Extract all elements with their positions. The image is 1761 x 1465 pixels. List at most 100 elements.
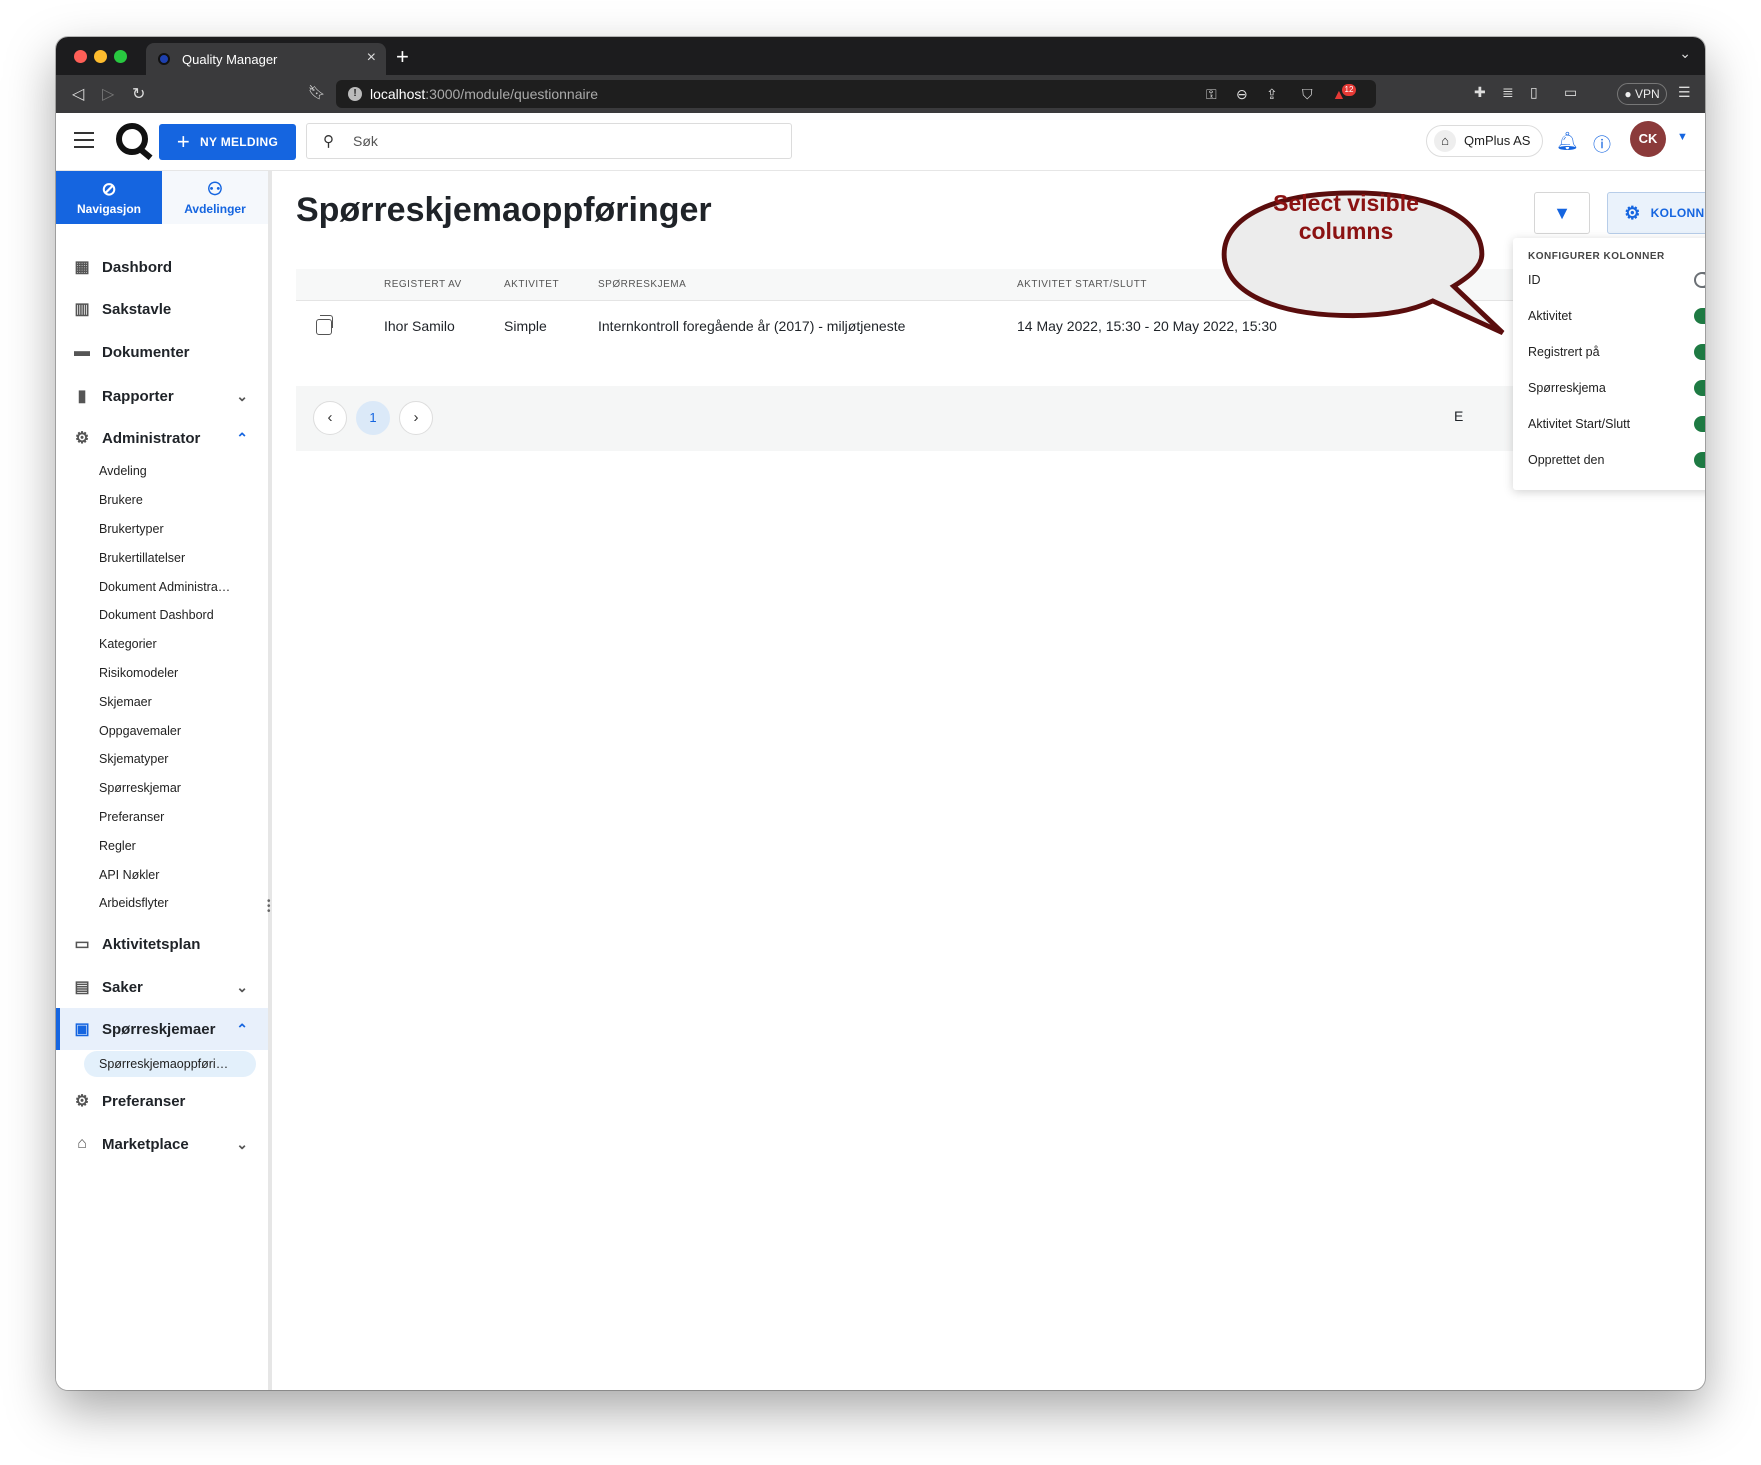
sidebar-item-dashbord[interactable]: ▦ Dashbord [56, 246, 268, 288]
bell-icon[interactable]: 🔔︎ [1556, 131, 1579, 152]
sidebar-subitem-skjemaer[interactable]: Skjemaer [99, 692, 152, 712]
back-icon[interactable]: ◁ [72, 84, 84, 104]
forward-icon[interactable]: ▷ [102, 84, 114, 104]
url-field[interactable]: ! localhost:3000/module/questionnaire ⚿ … [336, 80, 1376, 108]
bookmark-icon[interactable]: 🔖︎ [308, 84, 326, 101]
new-tab-button[interactable]: + [396, 44, 409, 70]
cell-sporreskjema: Internkontroll foregående år (2017) - mi… [598, 318, 906, 334]
sidebar-item-sporreskjemaer[interactable]: ▣ Spørreskjemaer ⌃ [56, 1008, 268, 1050]
prev-page-button[interactable]: ‹ [313, 401, 347, 435]
column-toggle-opprettet-den[interactable] [1694, 452, 1705, 468]
close-window-button[interactable] [74, 50, 87, 63]
new-message-label: NY MELDING [200, 135, 279, 149]
column-option-label: Registrert på [1528, 345, 1600, 359]
sidebar-item-sakstavle[interactable]: ▥ Sakstavle [56, 288, 268, 330]
cell-registrert-av: Ihor Samilo [384, 318, 455, 334]
page-1-button[interactable]: 1 [356, 401, 390, 435]
copy-icon[interactable] [316, 315, 333, 335]
app-logo[interactable] [116, 123, 148, 155]
sidebar-item-rapporter[interactable]: ▮ Rapporter ⌄ [56, 375, 268, 417]
playlist-icon[interactable]: ≣ [1502, 84, 1514, 101]
extensions-icon[interactable]: ✚ [1474, 84, 1486, 101]
brave-shield-icon[interactable]: ⛉ [1302, 80, 1313, 108]
sidebar-subitem-oppgavemaler[interactable]: Oppgavemaler [99, 721, 181, 741]
sidebar-item-saker[interactable]: ▤ Saker ⌄ [56, 966, 268, 1008]
organization-selector[interactable]: ⌂ QmPlus AS [1426, 125, 1543, 157]
maximize-window-button[interactable] [114, 50, 127, 63]
compass-icon: ⊘ [101, 179, 117, 199]
tab-navigasjon[interactable]: ⊘ Navigasjon [56, 171, 162, 224]
sidebar-subitem-brukertyper[interactable]: Brukertyper [99, 519, 164, 539]
column-option-aktivitet-start-slutt[interactable]: Aktivitet Start/Slutt [1528, 414, 1705, 434]
sidebar-subitem-brukere[interactable]: Brukere [99, 490, 143, 510]
next-page-button[interactable]: › [399, 401, 433, 435]
search-input[interactable]: ⚲ Søk [306, 123, 792, 159]
calendar-icon: ▭ [74, 936, 90, 953]
column-toggle-registrert-pa[interactable] [1694, 344, 1705, 360]
sidebar-subitem-arbeidsflyter[interactable]: Arbeidsflyter [99, 893, 168, 913]
settings-gear-icon: ⚙ [74, 1093, 90, 1110]
tab-close-icon[interactable]: × [367, 49, 376, 67]
column-toggle-id[interactable] [1694, 272, 1705, 288]
sidebar-item-label: Sakstavle [102, 300, 172, 318]
sidebar-toggle-icon[interactable]: ▯ [1530, 84, 1538, 101]
column-header-registrert-av[interactable]: REGISTERT AV [384, 279, 462, 290]
zoom-icon[interactable]: ⊖ [1236, 80, 1248, 108]
sidebar-subitem-kategorier[interactable]: Kategorier [99, 634, 157, 654]
column-option-registrert-pa[interactable]: Registrert på [1528, 342, 1705, 362]
minimize-window-button[interactable] [94, 50, 107, 63]
sidebar-item-preferanser[interactable]: ⚙ Preferanser [56, 1080, 268, 1122]
address-bar: ◁ ▷ ↻ 🔖︎ ! localhost:3000/module/questio… [56, 75, 1705, 113]
sidebar-subitem-brukertillatelser[interactable]: Brukertillatelser [99, 548, 185, 568]
sidebar-subitem-sporreskjemaoppforinger[interactable]: Spørreskjemaoppføri… [84, 1051, 256, 1077]
tab-avdelinger[interactable]: ⚇ Avdelinger [162, 171, 268, 224]
site-info-icon[interactable]: ! [348, 87, 362, 101]
column-toggle-aktivitet-start-slutt[interactable] [1694, 416, 1705, 432]
columns-button[interactable]: ⚙ KOLONNER [1607, 192, 1705, 234]
avatar[interactable]: CK [1630, 121, 1666, 157]
column-option-aktivitet[interactable]: Aktivitet [1528, 306, 1705, 326]
sidebar-subitem-risikomodeler[interactable]: Risikomodeler [99, 663, 178, 683]
column-header-aktivitet-start-slutt[interactable]: AKTIVITET START/SLUTT [1017, 279, 1147, 290]
menu-icon[interactable] [74, 132, 94, 148]
key-icon[interactable]: ⚿ [1206, 80, 1217, 108]
caret-down-icon[interactable]: ▼ [1677, 131, 1688, 143]
sidebar-subitem-avdeling[interactable]: Avdeling [99, 461, 147, 481]
sidebar-item-label: Saker [102, 978, 143, 996]
column-toggle-aktivitet[interactable] [1694, 308, 1705, 324]
sidebar-subitem-dokument-dashbord[interactable]: Dokument Dashbord [99, 605, 214, 625]
column-header-aktivitet[interactable]: AKTIVITET [504, 279, 559, 290]
column-option-opprettet-den[interactable]: Opprettet den [1528, 450, 1705, 470]
sidebar-subitem-api-nokler[interactable]: API Nøkler [99, 865, 159, 885]
sidebar-subitem-sporreskjemar[interactable]: Spørreskjemar [99, 778, 181, 798]
new-message-button[interactable]: + NY MELDING [159, 124, 296, 160]
tab-list-chevron-icon[interactable]: ⌄ [1679, 45, 1691, 62]
chevron-down-icon: ⌄ [236, 978, 248, 995]
cell-aktivitet: Simple [504, 318, 547, 334]
sidebar-subitem-skjematyper[interactable]: Skjematyper [99, 749, 168, 769]
plus-icon: + [176, 129, 191, 154]
sidebar-item-marketplace[interactable]: ⌂ Marketplace ⌄ [56, 1123, 268, 1165]
browser-tab[interactable]: Quality Manager × [146, 43, 386, 75]
help-icon[interactable]: ⓘ [1593, 131, 1611, 157]
sidebar-subitem-preferanser[interactable]: Preferanser [99, 807, 164, 827]
column-option-label: ID [1528, 273, 1541, 287]
columns-config-heading: KONFIGURER KOLONNER [1528, 251, 1665, 262]
sidebar-item-administrator[interactable]: ⚙ Administrator ⌃ [56, 417, 268, 459]
sidebar-item-dokumenter[interactable]: ▬ Dokumenter [56, 331, 268, 373]
column-option-sporreskjema[interactable]: Spørreskjema [1528, 378, 1705, 398]
filter-button[interactable]: ▼ [1534, 192, 1590, 234]
sidebar-subitem-regler[interactable]: Regler [99, 836, 136, 856]
browser-menu-icon[interactable]: ☰ [1678, 84, 1691, 101]
sidebar-item-aktivitetsplan[interactable]: ▭ Aktivitetsplan [56, 923, 268, 965]
column-header-sporreskjema[interactable]: SPØRRESKJEMA [598, 279, 686, 290]
sidebar-resize-handle[interactable]: • • • [267, 897, 271, 917]
wallet-icon[interactable]: ▭ [1564, 84, 1577, 101]
column-option-id[interactable]: ID [1528, 270, 1705, 290]
vpn-label: VPN [1634, 87, 1660, 101]
share-icon[interactable]: ⇪ [1266, 80, 1278, 108]
sidebar-subitem-dokument-administrasjon[interactable]: Dokument Administra… [99, 577, 230, 597]
column-toggle-sporreskjema[interactable] [1694, 380, 1705, 396]
vpn-button[interactable]: ● VPN [1617, 83, 1667, 105]
reload-icon[interactable]: ↻ [132, 84, 145, 104]
